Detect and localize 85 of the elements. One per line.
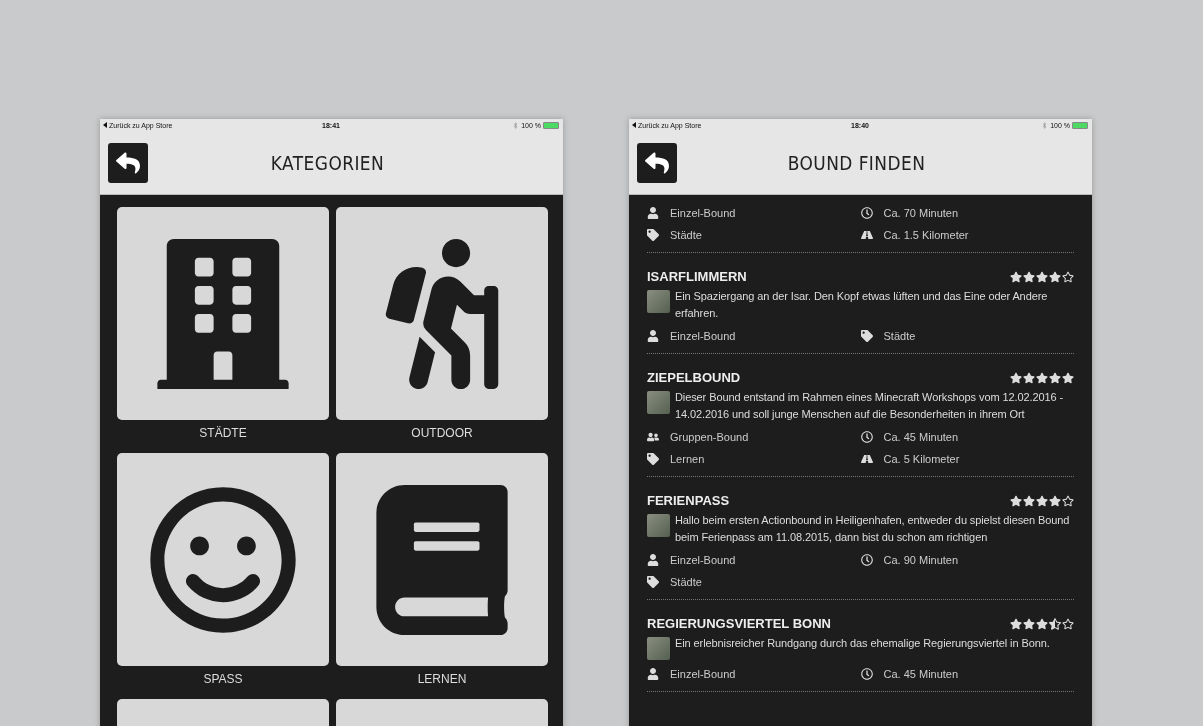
bound-item[interactable]: Einzel-Bound Ca. 70 Minuten Städte Ca. 1.5 Kilometer bbox=[647, 195, 1074, 253]
bound-detail: Ca. 45 Minuten bbox=[883, 431, 959, 443]
people-icon bbox=[647, 431, 660, 443]
bound-description: Hallo beim ersten Actionbound in Heiligenhafen, entweder du spielst diesen Bound beim Ferienpass am 11.08.2015, dann bist du schon am richtigen bbox=[675, 513, 1071, 545]
bound-item[interactable]: ISARFLIMMERN Ein Spaziergang an der Isar. Den Kopf etwas lüften und das Eine oder Andere erfahren. Einzel-Bound Städte bbox=[647, 253, 1074, 354]
category-label: OUTDOOR bbox=[411, 425, 473, 442]
star-icon bbox=[1049, 270, 1061, 283]
category-tile[interactable] bbox=[336, 207, 548, 420]
bound-detail: Ca. 45 Minuten bbox=[883, 668, 959, 680]
battery-icon bbox=[1072, 121, 1088, 129]
person-icon bbox=[647, 330, 660, 342]
bound-detail: Ca. 70 Minuten bbox=[883, 207, 959, 219]
clock-icon bbox=[860, 207, 874, 219]
smiley-icon bbox=[148, 484, 298, 635]
back-arrow-icon bbox=[645, 150, 669, 175]
bluetooth-icon bbox=[1041, 121, 1049, 129]
battery-icon bbox=[543, 121, 559, 129]
star-icon bbox=[1023, 494, 1035, 507]
bound-detail: Einzel-Bound bbox=[670, 554, 736, 566]
screen-title: KATEGORIEN bbox=[269, 150, 386, 175]
bound-detail: Städte bbox=[670, 229, 702, 241]
category-tile[interactable] bbox=[117, 207, 329, 420]
bound-detail: Einzel-Bound bbox=[670, 207, 736, 219]
bound-name: ISARFLIMMERN bbox=[647, 269, 747, 284]
photo-placeholder bbox=[647, 391, 670, 414]
bound-name: FERIENPASS bbox=[647, 493, 730, 508]
back-arrow-icon bbox=[116, 150, 140, 175]
clock-icon bbox=[860, 431, 874, 443]
category-tile[interactable] bbox=[117, 453, 329, 666]
photo-placeholder bbox=[647, 514, 670, 537]
bound-description: Ein Spaziergang an der Isar. Den Kopf etwas lüften und das Eine oder Andere erfahren. bbox=[675, 289, 1049, 321]
star-icon bbox=[1036, 494, 1048, 507]
star-icon bbox=[1023, 617, 1035, 630]
tag-icon bbox=[647, 453, 660, 465]
road-icon bbox=[860, 453, 874, 465]
person-icon bbox=[647, 554, 660, 566]
star-icon bbox=[1049, 494, 1061, 507]
category-label: SPASS bbox=[203, 671, 243, 688]
bound-detail: Lernen bbox=[670, 453, 705, 465]
star-icon bbox=[1010, 617, 1022, 630]
category-tile[interactable] bbox=[336, 453, 548, 666]
bound-detail: Ca. 90 Minuten bbox=[883, 554, 959, 566]
star-icon bbox=[1049, 371, 1061, 384]
star-icon bbox=[1062, 270, 1074, 283]
person-icon bbox=[647, 668, 660, 680]
star-icon bbox=[1023, 270, 1035, 283]
bound-detail: Einzel-Bound bbox=[670, 668, 736, 680]
bound-detail: Städte bbox=[670, 576, 702, 588]
screen-title: BOUND FINDEN bbox=[786, 150, 927, 175]
bound-name: ZIEPELBOUND bbox=[647, 370, 741, 385]
star-icon bbox=[1010, 371, 1022, 384]
bound-item[interactable]: REGIERUNGSVIERTEL BONN Ein erlebnisreicher Rundgang durch das ehemalige Regierungsviertel in Bonn. Einzel-Bound Ca. 45 Minuten bbox=[647, 600, 1074, 692]
photo-placeholder bbox=[647, 290, 670, 313]
person-icon bbox=[647, 207, 660, 219]
bound-detail: Ca. 1.5 Kilometer bbox=[883, 229, 969, 241]
tag-icon bbox=[647, 576, 660, 588]
tag-icon bbox=[860, 330, 874, 342]
bound-item[interactable]: FERIENPASS Hallo beim ersten Actionbound in Heiligenhafen, entweder du spielst diesen Bound beim Ferienpass am 11.08.2015, dann bist du schon am richtigen Einzel-Bound Ca. 90 Minuten Städte bbox=[647, 477, 1074, 600]
tag-icon bbox=[647, 229, 660, 241]
back-button[interactable] bbox=[108, 142, 148, 183]
category-label: STÄDTE bbox=[199, 425, 247, 442]
bound-description: Ein erlebnisreicher Rundgang durch das ehemalige Regierungsviertel in Bonn. bbox=[675, 636, 1050, 651]
clock-icon bbox=[860, 554, 874, 566]
star-icon bbox=[1036, 270, 1048, 283]
road-icon bbox=[860, 229, 874, 241]
bound-detail: Städte bbox=[883, 330, 916, 342]
star-icon bbox=[1036, 371, 1048, 384]
photo-placeholder bbox=[647, 637, 670, 660]
bound-name: REGIERUNGSVIERTEL BONN bbox=[647, 616, 831, 631]
category-label: LERNEN bbox=[417, 671, 467, 688]
star-icon bbox=[1049, 617, 1061, 630]
bound-description: Dieser Bound entstand im Rahmen eines Minecraft Workshops vom 12.02.2016 - 14.02.2016 und soll junge Menschen auf die Besonderheiten in ihrem Ort bbox=[675, 390, 1064, 422]
bound-detail: Gruppen-Bound bbox=[670, 431, 749, 443]
star-icon bbox=[1062, 494, 1074, 507]
star-icon bbox=[1010, 494, 1022, 507]
clock-icon bbox=[860, 668, 874, 680]
bluetooth-icon bbox=[512, 121, 520, 129]
bound-detail: Ca. 5 Kilometer bbox=[883, 453, 960, 465]
star-icon bbox=[1010, 270, 1022, 283]
back-button[interactable] bbox=[637, 142, 677, 183]
star-icon bbox=[1036, 617, 1048, 630]
star-icon bbox=[1023, 371, 1035, 384]
bound-detail: Einzel-Bound bbox=[670, 330, 736, 342]
star-icon bbox=[1062, 371, 1074, 384]
star-icon bbox=[1062, 617, 1074, 630]
